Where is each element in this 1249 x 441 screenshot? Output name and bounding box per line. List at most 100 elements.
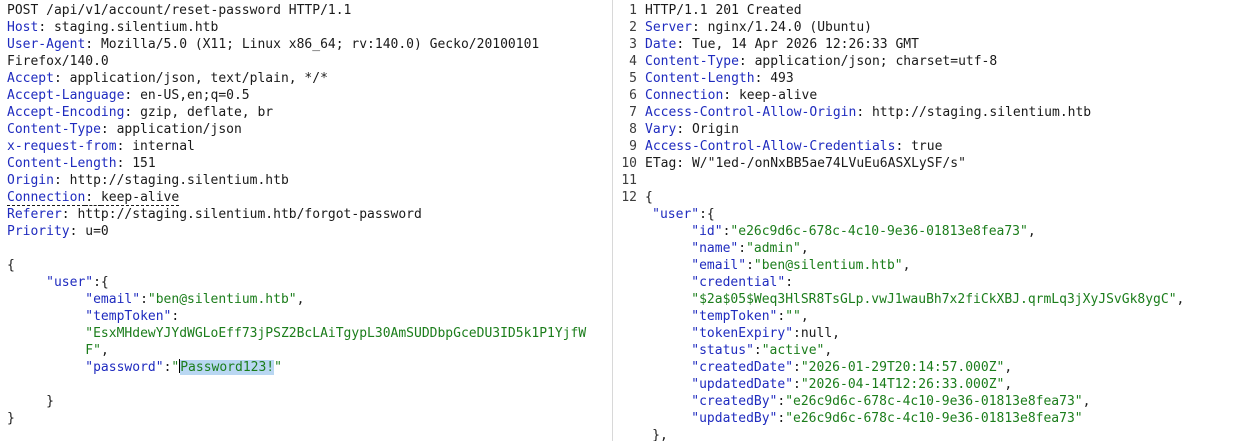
- line-code: Connection: keep-alive: [645, 87, 817, 104]
- header-separator: :: [116, 156, 133, 171]
- header-value: application/json, text/plain, */*: [69, 71, 328, 86]
- header-separator: :: [691, 20, 708, 35]
- json-value: "active": [761, 343, 825, 358]
- header-value: Mozilla/5.0 (X11; Linux x86_64; rv:140.0…: [100, 37, 540, 52]
- header-separator: :: [754, 71, 771, 86]
- header-name: Accept: [7, 71, 54, 86]
- line-code: Date: Tue, 14 Apr 2026 12:26:33 GMT: [645, 36, 919, 53]
- response-header-row: 10 ETag: W/"1ed-/onNxBB5ae74LVuEu6ASXLySF…: [613, 155, 1249, 172]
- json-string: F": [85, 343, 101, 358]
- line-number: 4: [629, 54, 637, 69]
- line-number: 5: [629, 71, 637, 86]
- response-header-row: 6 Connection: keep-alive: [613, 87, 1249, 104]
- header-separator: :: [738, 54, 755, 69]
- json-key: "status": [691, 343, 754, 358]
- json-row: F",: [0, 342, 612, 359]
- header-value: application/json; charset=utf-8: [754, 54, 998, 69]
- request-header-row: Accept: application/json, text/plain, */…: [0, 70, 612, 87]
- request-line: POST /api/v1/account/reset-password HTTP…: [7, 3, 352, 18]
- line-number: 12: [621, 190, 637, 205]
- json-colon: :: [753, 343, 762, 358]
- header-name: Server: [645, 20, 692, 35]
- header-value: Tue, 14 Apr 2026 12:26:33 GMT: [691, 37, 919, 52]
- header-value: gzip, deflate, br: [140, 105, 274, 120]
- line-code: Content-Type: application/json; charset=…: [645, 53, 997, 70]
- header-value: application/json: [116, 122, 242, 137]
- json-key: "updatedDate": [691, 377, 794, 392]
- header-name: Date: [645, 37, 677, 52]
- json-key: "name": [691, 241, 739, 256]
- header-value: en-US,en;q=0.5: [140, 88, 250, 103]
- header-value: keep-alive: [100, 190, 180, 206]
- json-key: "tempToken": [691, 309, 778, 324]
- header-separator: :: [895, 139, 912, 154]
- line-code: Vary: Origin: [645, 121, 739, 138]
- json-punct: ,: [1176, 292, 1185, 307]
- json-brace: },: [652, 428, 668, 441]
- header-separator: :: [676, 37, 692, 52]
- json-punct: :: [785, 275, 794, 290]
- password-value-selected[interactable]: Password123!: [180, 360, 275, 375]
- json-value: "2026-04-14T12:26:33.000Z": [800, 377, 1005, 392]
- request-header-row: Firefox/140.0: [0, 53, 612, 70]
- json-key: "password": [85, 360, 164, 375]
- response-viewer[interactable]: 1 HTTP/1.1 201 Created 2 Server: nginx/1.24…: [612, 0, 1249, 441]
- header-separator: :: [85, 190, 101, 206]
- line-code: Content-Length: 493: [645, 70, 794, 87]
- header-value: u=0: [85, 224, 109, 239]
- request-editor[interactable]: POST /api/v1/account/reset-password HTTP…: [0, 0, 612, 441]
- request-header-row: User-Agent: Mozilla/5.0 (X11; Linux x86_…: [0, 36, 612, 53]
- line-code: HTTP/1.1 201 Created: [645, 2, 802, 19]
- json-value: "e26c9d6c-678c-4c10-9e36-01813e8fea73": [785, 394, 1083, 409]
- request-header-row: Accept-Language: en-US,en;q=0.5: [0, 87, 612, 104]
- line-code: ETag: W/"1ed-/onNxBB5ae74LVuEu6ASXLySF/s…: [645, 155, 966, 172]
- request-header-row: Referer: http://staging.silentium.htb/fo…: [0, 206, 612, 223]
- request-header-row: Host: staging.silentium.htb: [0, 19, 612, 36]
- header-separator: :: [85, 37, 101, 52]
- json-row: "tokenExpiry":null,: [613, 325, 1249, 342]
- json-row: "status":"active",: [613, 342, 1249, 359]
- json-brace: }: [7, 411, 15, 426]
- json-row: }: [0, 410, 612, 427]
- header-name: Origin: [7, 173, 54, 188]
- json-row: "EsxMHdewYJYdWGLoEff73jPSZ2BcLAiTgypL30A…: [0, 325, 612, 342]
- line-code: {: [645, 189, 653, 206]
- json-punct: ,: [1082, 394, 1091, 409]
- json-row: "email":"ben@silentium.htb",: [613, 257, 1249, 274]
- header-name: Referer: [7, 207, 62, 222]
- json-punct: ,: [902, 258, 911, 273]
- json-row: "user":{: [613, 206, 1249, 223]
- header-value: Origin: [691, 122, 739, 137]
- header-separator: :: [53, 71, 70, 86]
- json-row: "name":"admin",: [613, 240, 1249, 257]
- json-row: "updatedDate":"2026-04-14T12:26:33.000Z"…: [613, 376, 1249, 393]
- line-number: 9: [629, 139, 637, 154]
- header-value: true: [911, 139, 943, 154]
- response-header-row: 8 Vary: Origin: [613, 121, 1249, 138]
- header-name: Accept-Encoding: [7, 105, 125, 120]
- json-row: {: [0, 257, 612, 274]
- json-row: "tempToken":"",: [613, 308, 1249, 325]
- json-colon: :: [793, 326, 801, 341]
- json-colon: :: [793, 377, 801, 392]
- json-value: "$2a$05$Weq3HlSR8TsGLp.vwJ1wauBh7x2fiCkX…: [691, 292, 1177, 307]
- json-punct: ,: [824, 343, 833, 358]
- request-header-row: Priority: u=0: [0, 223, 612, 240]
- header-name: Host: [7, 20, 39, 35]
- line-code: Server: nginx/1.24.0 (Ubuntu): [645, 19, 872, 36]
- header-name: Content-Type: [7, 122, 101, 137]
- json-key: "user": [652, 207, 700, 222]
- json-key: "tempToken": [85, 309, 172, 324]
- header-value: 493: [770, 71, 794, 86]
- header-name: Connection: [7, 190, 86, 206]
- json-value: "admin": [746, 241, 801, 256]
- json-quote: ": [274, 360, 282, 375]
- json-row: 12 {: [613, 189, 1249, 206]
- json-colon: :: [793, 360, 801, 375]
- header-separator: :: [61, 207, 78, 222]
- line-number: 2: [629, 20, 637, 35]
